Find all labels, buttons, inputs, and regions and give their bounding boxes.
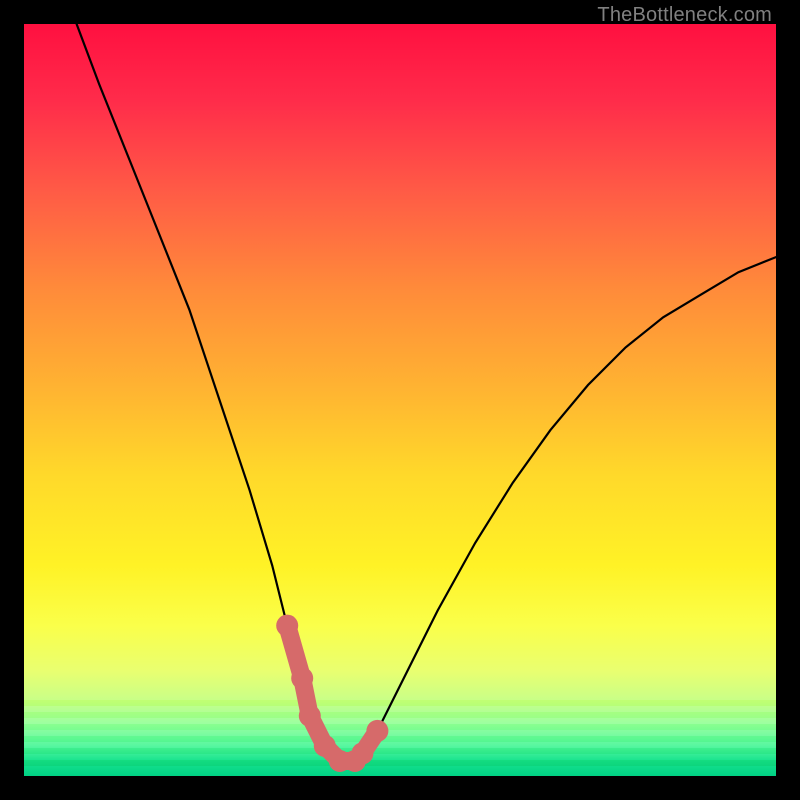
plot-area xyxy=(24,24,776,776)
chart-frame: TheBottleneck.com xyxy=(0,0,800,800)
curve-layer xyxy=(24,24,776,776)
optimal-zone-dot xyxy=(366,720,388,742)
optimal-zone-dot xyxy=(291,667,313,689)
optimal-zone-dot xyxy=(351,742,373,764)
optimal-zone-dot xyxy=(276,615,298,637)
bottleneck-curve-path xyxy=(77,24,776,761)
optimal-zone-dot xyxy=(299,705,321,727)
watermark-text: TheBottleneck.com xyxy=(597,4,772,27)
